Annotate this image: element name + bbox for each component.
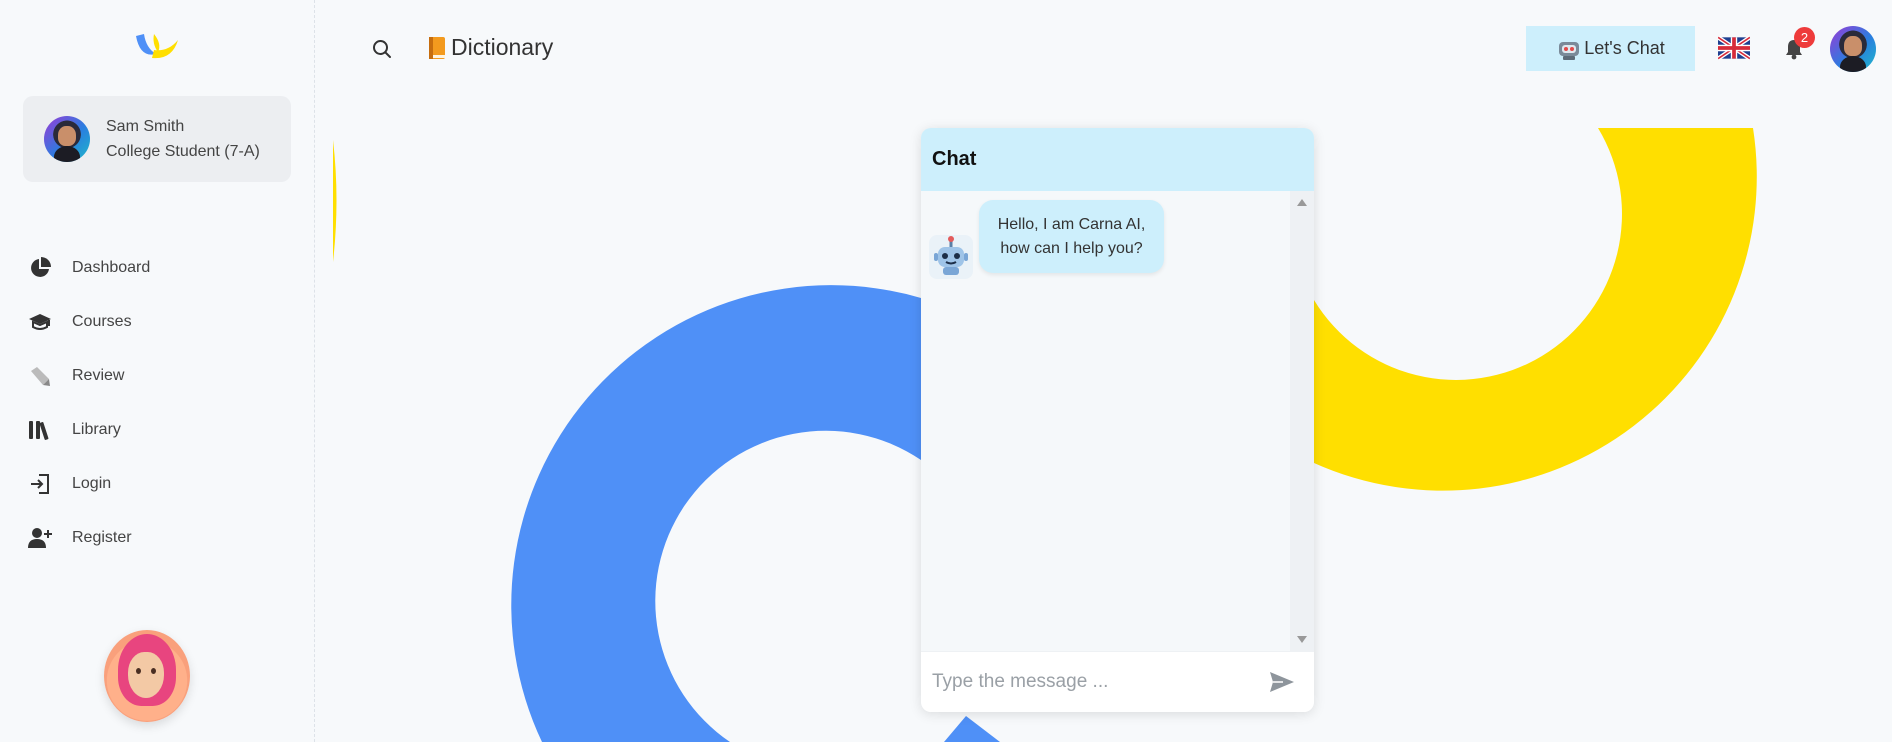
page-title-text: Dictionary bbox=[451, 34, 554, 60]
bot-avatar bbox=[929, 235, 973, 279]
profile-card[interactable]: Sam Smith College Student (7-A) bbox=[23, 96, 291, 182]
profile-name: Sam Smith bbox=[106, 118, 185, 135]
chat-window: Chat Hello, I am Carna AI, how can I hel… bbox=[921, 128, 1314, 712]
sidebar-item-dashboard[interactable]: Dashboard bbox=[28, 241, 288, 295]
mascot-eye bbox=[151, 668, 156, 674]
app: Sam Smith College Student (7-A) Dashboar… bbox=[0, 0, 1892, 742]
sidebar-item-label: Login bbox=[72, 475, 112, 492]
chat-header: Chat bbox=[921, 128, 1314, 191]
app-logo[interactable] bbox=[132, 28, 180, 64]
sidebar-item-review[interactable]: Review bbox=[28, 349, 288, 403]
mascot-avatar[interactable] bbox=[104, 630, 190, 722]
sidebar-item-courses[interactable]: Courses bbox=[28, 295, 288, 349]
book-icon bbox=[429, 36, 445, 59]
sidebar: Sam Smith College Student (7-A) Dashboar… bbox=[0, 0, 315, 742]
notification-badge: 2 bbox=[1794, 27, 1815, 48]
chat-input-row bbox=[921, 651, 1314, 712]
pie-chart-icon bbox=[28, 256, 52, 280]
mascot-eye bbox=[136, 668, 141, 674]
search-icon[interactable] bbox=[372, 39, 392, 59]
robot-icon bbox=[1559, 41, 1580, 60]
sidebar-nav: Dashboard Courses Review Library Login R… bbox=[28, 241, 288, 565]
deco-blue-tip bbox=[944, 716, 1000, 742]
sidebar-item-register[interactable]: Register bbox=[28, 511, 288, 565]
send-button[interactable] bbox=[1262, 662, 1302, 702]
chat-message-bot: Hello, I am Carna AI, how can I help you… bbox=[979, 200, 1164, 273]
chat-message-input[interactable] bbox=[921, 662, 1262, 702]
sidebar-item-library[interactable]: Library bbox=[28, 403, 288, 457]
sidebar-item-label: Courses bbox=[72, 313, 132, 330]
graduation-cap-icon bbox=[28, 310, 52, 334]
sidebar-item-label: Review bbox=[72, 367, 125, 384]
profile-role: College Student (7-A) bbox=[106, 143, 260, 160]
sidebar-item-label: Library bbox=[72, 421, 121, 438]
profile-info: Sam Smith College Student (7-A) bbox=[106, 114, 260, 164]
chat-messages[interactable]: Hello, I am Carna AI, how can I help you… bbox=[921, 191, 1314, 651]
deco-blue-ring bbox=[511, 285, 921, 742]
header-avatar[interactable] bbox=[1830, 26, 1876, 72]
books-icon bbox=[28, 418, 52, 442]
sidebar-item-login[interactable]: Login bbox=[28, 457, 288, 511]
deco-yellow-ring bbox=[1314, 128, 1757, 491]
uk-flag-icon[interactable] bbox=[1718, 36, 1750, 60]
chat-title: Chat bbox=[932, 148, 977, 170]
send-icon bbox=[1270, 672, 1294, 692]
login-icon bbox=[28, 472, 52, 496]
robot-icon bbox=[934, 236, 968, 275]
lets-chat-label: Let's Chat bbox=[1584, 38, 1665, 58]
sidebar-item-label: Register bbox=[72, 529, 132, 546]
lets-chat-button[interactable]: Let's Chat bbox=[1526, 26, 1695, 71]
user-plus-icon bbox=[28, 526, 52, 550]
sidebar-item-label: Dashboard bbox=[72, 259, 151, 276]
mascot-face bbox=[128, 652, 164, 698]
page-title: Dictionary bbox=[427, 34, 553, 61]
scroll-down-arrow-icon[interactable] bbox=[1297, 636, 1307, 643]
review-icon bbox=[28, 364, 52, 388]
avatar bbox=[44, 116, 90, 162]
deco-yellow-sliver bbox=[333, 140, 337, 262]
scroll-up-arrow-icon[interactable] bbox=[1297, 199, 1307, 206]
chat-scrollbar[interactable] bbox=[1290, 191, 1314, 651]
